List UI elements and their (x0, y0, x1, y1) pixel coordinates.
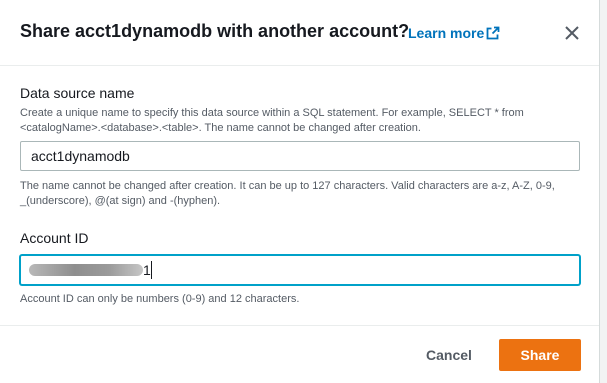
cancel-button[interactable]: Cancel (414, 339, 484, 371)
data-source-name-description: Create a unique name to specify this dat… (20, 107, 524, 134)
share-dialog: Share acct1dynamodb with another account… (0, 0, 607, 383)
background-edge (599, 0, 607, 383)
redacted-value (29, 264, 143, 276)
external-link-icon[interactable] (486, 26, 500, 40)
text-cursor (151, 261, 152, 279)
data-source-name-label: Data source name (20, 85, 135, 101)
account-id-input[interactable]: 1 (20, 255, 580, 285)
learn-more-link[interactable]: Learn more (408, 25, 484, 41)
dialog-header: Share acct1dynamodb with another account… (0, 0, 599, 66)
data-source-name-hint: The name cannot be changed after creatio… (20, 180, 555, 207)
close-icon[interactable] (562, 23, 582, 43)
share-button[interactable]: Share (499, 339, 581, 371)
account-id-visible-suffix: 1 (143, 262, 151, 278)
account-id-hint: Account ID can only be numbers (0-9) and… (20, 293, 300, 305)
data-source-name-input[interactable]: acct1dynamodb (20, 141, 580, 171)
account-id-label: Account ID (20, 230, 89, 246)
dialog-title: Share acct1dynamodb with another account… (20, 21, 410, 41)
